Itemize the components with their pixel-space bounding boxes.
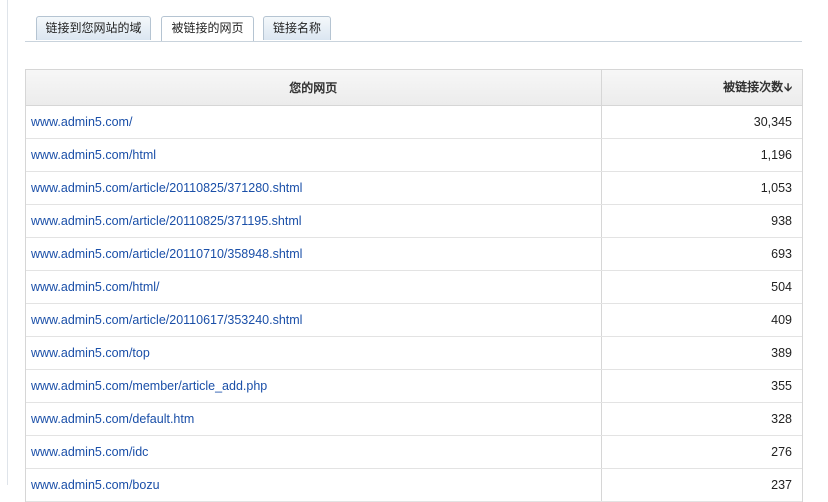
page-url-link[interactable]: www.admin5.com/html/ (31, 280, 160, 294)
page-url-cell: www.admin5.com/default.htm (26, 402, 602, 436)
table-header-row: 您的网页 被链接次数🡫 (26, 70, 802, 106)
page-url-link[interactable]: www.admin5.com/default.htm (31, 412, 194, 426)
page-url-cell: www.admin5.com/bozu (26, 468, 602, 502)
link-count-cell: 237 (601, 468, 802, 502)
page-url-link[interactable]: www.admin5.com/article/20110710/358948.s… (31, 247, 302, 261)
table-row: www.admin5.com/default.htm 328 (26, 402, 802, 436)
page-url-cell: www.admin5.com/ (26, 105, 602, 139)
tab-linked-pages[interactable]: 被链接的网页 (161, 16, 254, 41)
page-url-cell: www.admin5.com/member/article_add.php (26, 369, 602, 403)
page-url-link[interactable]: www.admin5.com/idc (31, 445, 148, 459)
table-row: www.admin5.com/article/20110825/371195.s… (26, 204, 802, 238)
page-url-link[interactable]: www.admin5.com/html (31, 148, 156, 162)
link-count-cell: 355 (601, 369, 802, 403)
page-url-link[interactable]: www.admin5.com/article/20110617/353240.s… (31, 313, 302, 327)
page-url-cell: www.admin5.com/article/20110825/371195.s… (26, 204, 602, 238)
tab-bar: 链接到您网站的域 被链接的网页 链接名称 (25, 16, 802, 42)
table-row: www.admin5.com/bozu 237 (26, 468, 802, 502)
tab-linking-domains[interactable]: 链接到您网站的域 (36, 16, 151, 40)
table-row: www.admin5.com/30,345 (26, 105, 802, 139)
column-header-page: 您的网页 (26, 70, 602, 106)
table-row: www.admin5.com/top 389 (26, 336, 802, 370)
table-row: www.admin5.com/html/504 (26, 270, 802, 304)
table-row: www.admin5.com/html 1,196 (26, 138, 802, 172)
tab-anchor-text[interactable]: 链接名称 (263, 16, 331, 40)
page-url-link[interactable]: www.admin5.com/member/article_add.php (31, 379, 267, 393)
linked-pages-table: 您的网页 被链接次数🡫 www.admin5.com/30,345 www.adm… (25, 69, 803, 502)
page-url-link[interactable]: www.admin5.com/bozu (31, 478, 160, 492)
table-row: www.admin5.com/article/20110617/353240.s… (26, 303, 802, 337)
link-count-cell: 328 (601, 402, 802, 436)
page-url-cell: www.admin5.com/article/20110825/371280.s… (26, 171, 602, 205)
link-count-cell: 693 (601, 237, 802, 271)
link-count-cell: 1,053 (601, 171, 802, 205)
left-border (7, 0, 8, 485)
page-url-cell: www.admin5.com/html/ (26, 270, 602, 304)
page-url-cell: www.admin5.com/top (26, 336, 602, 370)
link-count-cell: 409 (601, 303, 802, 337)
column-header-count-label: 被链接次数 (723, 79, 784, 94)
table-row: www.admin5.com/idc 276 (26, 435, 802, 469)
column-header-count[interactable]: 被链接次数🡫 (601, 70, 802, 106)
link-count-cell: 1,196 (601, 138, 802, 172)
link-count-cell: 938 (601, 204, 802, 238)
table-row: www.admin5.com/article/20110710/358948.s… (26, 237, 802, 271)
table-body: www.admin5.com/30,345 www.admin5.com/html… (26, 105, 802, 502)
page-url-link[interactable]: www.admin5.com/ (31, 115, 132, 129)
page-url-cell: www.admin5.com/idc (26, 435, 602, 469)
link-count-cell: 276 (601, 435, 802, 469)
page-url-link[interactable]: www.admin5.com/top (31, 346, 150, 360)
page-url-cell: www.admin5.com/html (26, 138, 602, 172)
link-count-cell: 504 (601, 270, 802, 304)
page-url-cell: www.admin5.com/article/20110617/353240.s… (26, 303, 602, 337)
page-url-cell: www.admin5.com/article/20110710/358948.s… (26, 237, 602, 271)
page-url-link[interactable]: www.admin5.com/article/20110825/371195.s… (31, 214, 302, 228)
arrow-down-icon: 🡫 (784, 80, 792, 94)
table-row: www.admin5.com/article/20110825/371280.s… (26, 171, 802, 205)
page-url-link[interactable]: www.admin5.com/article/20110825/371280.s… (31, 181, 302, 195)
link-count-cell: 389 (601, 336, 802, 370)
link-count-cell: 30,345 (601, 105, 802, 139)
table-row: www.admin5.com/member/article_add.php 355 (26, 369, 802, 403)
